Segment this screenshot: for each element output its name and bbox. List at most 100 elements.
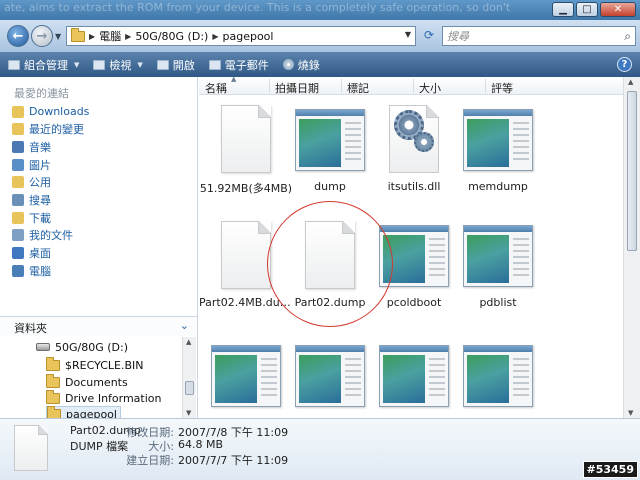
column-rating[interactable]: 評等 [491, 80, 513, 96]
window-preview-icon [463, 339, 533, 413]
scroll-down-icon[interactable]: ▼ [628, 409, 633, 417]
scrollbar-thumb[interactable] [627, 91, 637, 251]
search-icon[interactable]: ⌕ [624, 29, 631, 44]
window-preview-icon [295, 339, 365, 413]
file-item[interactable]: Part02.4MB.dump [199, 219, 293, 327]
scroll-up-icon[interactable]: ▲ [186, 338, 191, 346]
file-item[interactable] [455, 339, 541, 418]
favorite-link[interactable]: 電腦 [12, 262, 51, 279]
address-row: ← → ▼ ▶ 電腦 ▶ 50G/80G (D:) ▶ pagepool ▼ ⟳… [0, 20, 640, 52]
refresh-button[interactable]: ⟳ [420, 28, 438, 44]
breadcrumb-computer[interactable]: 電腦 [99, 28, 121, 44]
file-item[interactable]: 51.92MB(多4MB) [200, 103, 292, 211]
detail-created-label: 建立日期: [126, 454, 174, 467]
favorite-link[interactable]: 公用 [12, 174, 51, 191]
open-icon [156, 59, 169, 70]
organize-button[interactable]: 組合管理 ▼ [8, 57, 79, 73]
scroll-up-icon[interactable]: ▲ [628, 78, 633, 86]
breadcrumb-pagepool[interactable]: pagepool [222, 30, 273, 43]
favorite-link-label: 電腦 [29, 264, 51, 278]
file-name-label: memdump [468, 180, 528, 193]
scroll-down-icon[interactable]: ▼ [186, 409, 191, 417]
column-tags[interactable]: 標記 [347, 80, 369, 96]
file-item[interactable]: memdump [455, 103, 541, 211]
document-file-icon [221, 221, 271, 289]
file-item[interactable]: Part02.dump [287, 219, 373, 327]
forward-arrow-icon: → [36, 28, 48, 44]
email-button[interactable]: 電子郵件 [208, 57, 269, 73]
folder-tree-label: Drive Information [65, 391, 162, 405]
file-item[interactable] [287, 339, 373, 418]
file-name-label: 51.92MB(多4MB) [199, 182, 293, 195]
back-button[interactable]: ← [7, 25, 29, 47]
public-icon [12, 176, 24, 189]
folders-toggle[interactable]: 資料夾 ⌄ [0, 316, 197, 336]
file-name-label: dump [314, 180, 346, 193]
folder-tree-label: $RECYCLE.BIN [65, 358, 144, 372]
chevron-right-icon[interactable]: ▶ [125, 32, 131, 41]
favorite-link[interactable]: 下載 [12, 209, 51, 226]
minimize-button[interactable]: ▁ [552, 2, 574, 17]
recent-pages-dropdown[interactable]: ▼ [55, 32, 61, 41]
favorite-link-label: 搜尋 [29, 194, 51, 207]
column-name[interactable]: 名稱 [205, 80, 227, 96]
detail-created-value: 2007/7/7 下午 11:09 [178, 454, 289, 467]
file-item[interactable]: dump [287, 103, 373, 211]
back-arrow-icon: ← [12, 28, 24, 44]
file-name-label: pcoldboot [386, 296, 442, 309]
dll-settings-icon [379, 103, 449, 177]
file-item[interactable] [203, 339, 289, 418]
views-icon [93, 59, 106, 70]
folder-tree-item[interactable]: $RECYCLE.BIN [46, 356, 144, 373]
favorite-link[interactable]: 圖片 [12, 156, 51, 173]
window-preview-icon [211, 345, 281, 407]
file-item[interactable]: itsutils.dll [371, 103, 457, 211]
background-window-text: ate, aims to extract the ROM from your d… [4, 1, 511, 14]
maximize-button[interactable]: □ [576, 2, 598, 17]
burn-icon [282, 59, 294, 70]
document-file-icon [295, 219, 365, 293]
navigation-pane: 最愛的連結 Downloads 最近的變更 音樂 圖片 公用 搜尋 下載 我的文件 桌面 電腦 資… [0, 77, 198, 422]
file-item[interactable]: pcoldboot [371, 219, 457, 327]
favorite-link[interactable]: 音樂 [12, 138, 51, 155]
file-item[interactable] [371, 339, 457, 418]
column-size[interactable]: 大小 [419, 80, 441, 96]
folder-tree-item[interactable]: 50G/80G (D:) [36, 339, 128, 355]
views-button[interactable]: 檢視 ▼ [93, 57, 143, 73]
document-file-icon [305, 221, 355, 289]
column-date-taken[interactable]: 拍攝日期 [275, 80, 319, 96]
folder-tree-item[interactable]: Drive Information [46, 389, 162, 406]
document-file-icon [211, 219, 281, 293]
forward-button[interactable]: → [31, 25, 53, 47]
favorite-link[interactable]: 搜尋 [12, 192, 51, 209]
file-item[interactable]: pdblist [455, 219, 541, 327]
folder-tree-label: 50G/80G (D:) [55, 340, 129, 354]
computer-icon [12, 264, 24, 277]
folder-tree-scrollbar[interactable]: ▲ ▼ [182, 337, 196, 418]
close-button[interactable]: ✕ [600, 2, 636, 17]
favorite-link-label: 最近的變更 [29, 123, 84, 137]
address-bar[interactable]: ▶ 電腦 ▶ 50G/80G (D:) ▶ pagepool ▼ [66, 26, 416, 46]
window-preview-icon [295, 109, 365, 171]
breadcrumb-drive[interactable]: 50G/80G (D:) [135, 30, 208, 43]
search-input[interactable]: 搜尋 ⌕ [442, 26, 636, 46]
open-label: 開啟 [172, 58, 195, 72]
help-button[interactable]: ? [617, 57, 632, 72]
favorite-link[interactable]: 桌面 [12, 245, 51, 262]
chevron-right-icon[interactable]: ▶ [212, 32, 218, 41]
chevron-down-icon[interactable]: ⌄ [180, 319, 189, 332]
chevron-right-icon[interactable]: ▶ [89, 32, 95, 41]
pictures-icon [12, 158, 24, 171]
scrollbar-thumb[interactable] [185, 381, 194, 395]
address-dropdown-button[interactable]: ▼ [405, 30, 411, 39]
window-preview-icon [211, 339, 281, 413]
folder-tree-item[interactable]: Documents [46, 373, 128, 390]
favorite-link[interactable]: Downloads [12, 103, 89, 120]
file-list-scrollbar[interactable]: ▲ ▼ [623, 77, 640, 418]
views-label: 檢視 [109, 58, 132, 72]
favorite-link[interactable]: 最近的變更 [12, 121, 84, 138]
open-button[interactable]: 開啟 [156, 57, 195, 73]
favorite-link[interactable]: 我的文件 [12, 227, 73, 244]
burn-button[interactable]: 燒錄 [282, 57, 320, 73]
favorite-link-label: 桌面 [29, 247, 51, 261]
